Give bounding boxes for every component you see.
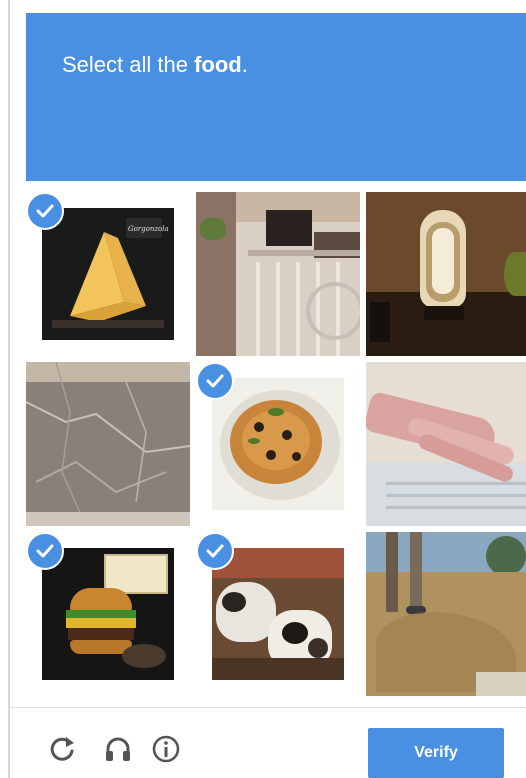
selected-check-icon <box>196 362 234 400</box>
grid-tile-3[interactable] <box>366 192 526 356</box>
prompt-suffix: . <box>241 52 248 77</box>
tile-image-hand <box>366 362 526 526</box>
tile-image-cheese: Gorgonzola <box>42 208 174 340</box>
cheese-label: Gorgonzola <box>128 225 169 233</box>
reload-icon[interactable] <box>46 733 78 765</box>
verify-button[interactable]: Verify <box>368 728 504 778</box>
footer-divider <box>10 707 526 708</box>
selected-check-icon <box>26 532 64 570</box>
tile-image-lamp <box>366 192 526 356</box>
headphones-icon[interactable] <box>102 733 134 765</box>
grid-tile-4[interactable] <box>26 362 190 526</box>
tile-image-burger <box>42 548 174 680</box>
tile-image-cats <box>212 548 344 680</box>
tile-image-ground <box>366 532 526 696</box>
info-icon[interactable] <box>150 733 182 765</box>
image-grid: Gorgonzola <box>26 192 526 696</box>
prompt-keyword: food <box>194 52 242 77</box>
tile-image-marble <box>26 362 190 526</box>
grid-tile-6[interactable] <box>366 362 526 526</box>
widget-left-border <box>8 0 10 778</box>
selected-check-icon <box>196 532 234 570</box>
captcha-widget: Select all the food. Gorgonzola Verify <box>0 0 526 778</box>
tile-image-pasta <box>212 378 344 510</box>
selected-check-icon <box>26 192 64 230</box>
tile-image-balcony <box>196 192 360 356</box>
challenge-header: Select all the food. <box>26 13 526 181</box>
grid-tile-9[interactable] <box>366 532 526 696</box>
marble-veins <box>26 362 190 526</box>
cheese-wedge: Gorgonzola <box>52 218 169 328</box>
challenge-prompt: Select all the food. <box>62 51 526 79</box>
prompt-prefix: Select all the <box>62 52 195 77</box>
grid-tile-8[interactable] <box>196 532 360 696</box>
grid-tile-5[interactable] <box>196 362 360 526</box>
grid-tile-2[interactable] <box>196 192 360 356</box>
grid-tile-7[interactable] <box>26 532 190 696</box>
grid-tile-1[interactable]: Gorgonzola <box>26 192 190 356</box>
